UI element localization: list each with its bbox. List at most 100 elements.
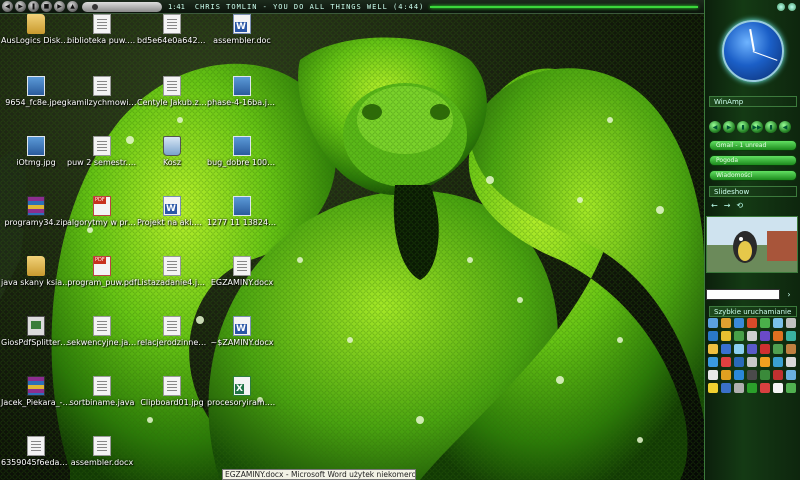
quick-launch-icon[interactable] <box>747 318 757 328</box>
desktop-icon[interactable]: puw 2 semestr.txt <box>66 136 138 168</box>
slideshow-photo[interactable] <box>706 216 798 273</box>
quick-launch-icon[interactable] <box>747 331 757 341</box>
desktop-icon[interactable]: AusLogics Disk Defrag <box>0 14 72 46</box>
news-gadget-bar[interactable]: Wiadomości <box>709 170 797 181</box>
desktop-icon[interactable]: GiosPdfSplitterMer... <box>0 316 72 348</box>
desktop-icon[interactable]: 9654_fc8e.jpeg <box>0 76 72 108</box>
desktop-icon[interactable]: sekwencyjne.java <box>66 316 138 348</box>
quick-launch-icon[interactable] <box>747 357 757 367</box>
quick-launch-icon[interactable] <box>773 344 783 354</box>
desktop-icon[interactable]: Centyle Jakub.zone <box>136 76 208 108</box>
quick-launch-icon[interactable] <box>708 357 718 367</box>
quick-launch-icon[interactable] <box>786 331 796 341</box>
quick-launch-icon[interactable] <box>760 357 770 367</box>
gmail-gadget-bar[interactable]: Gmail - 1 unread <box>709 140 797 151</box>
quick-launch-icon[interactable] <box>734 344 744 354</box>
quick-launch-icon[interactable] <box>747 383 757 393</box>
quick-launch-icon[interactable] <box>747 370 757 380</box>
desktop-icon[interactable]: iOtmg.jpg <box>0 136 72 168</box>
desktop-icon[interactable]: Jacek_Piekara_-_w... <box>0 376 72 408</box>
img-icon <box>27 136 45 156</box>
quick-launch-icon[interactable] <box>708 331 718 341</box>
quick-launch-icon[interactable] <box>708 318 718 328</box>
desktop-icon[interactable]: java skany ksiazek <box>0 256 72 288</box>
quick-launch-icon[interactable] <box>760 383 770 393</box>
quick-launch-icon[interactable] <box>773 357 783 367</box>
quick-launch-icon[interactable] <box>773 370 783 380</box>
quick-launch-icon[interactable] <box>734 370 744 380</box>
desktop-icon[interactable]: program_puw.pdf <box>66 256 138 288</box>
winamp-button[interactable]: ▶ <box>723 121 735 133</box>
desktop-icon[interactable]: algorytmy w przykładach Delphi... <box>66 196 138 228</box>
quick-launch-icon[interactable] <box>721 357 731 367</box>
quick-launch-icon[interactable] <box>708 344 718 354</box>
desktop-icon[interactable]: Kosz <box>136 136 208 168</box>
desktop-icon[interactable]: Listazadanie4.java <box>136 256 208 288</box>
quick-launch-icon[interactable] <box>760 370 770 380</box>
desktop-icon-label: 1277 11 1382424... <box>207 218 278 227</box>
quick-launch-icon[interactable] <box>773 383 783 393</box>
quick-launch-icon[interactable] <box>734 318 744 328</box>
quick-launch-icon[interactable] <box>708 383 718 393</box>
winamp-button[interactable]: ▮ <box>737 121 749 133</box>
desktop-icon[interactable]: biblioteka puw.txt <box>66 14 138 46</box>
winamp-button[interactable]: ◀ <box>709 121 721 133</box>
prev-icon[interactable]: ◀ <box>2 1 13 12</box>
winamp-button[interactable]: ▶▶ <box>751 121 763 133</box>
desktop-icon[interactable]: Clipboard01.jpg <box>136 376 208 408</box>
quick-launch-icon[interactable] <box>734 331 744 341</box>
quick-launch-icon[interactable] <box>721 318 731 328</box>
quick-launch-icon[interactable] <box>786 318 796 328</box>
slide-rotate-icon[interactable]: ⟲ <box>736 201 743 210</box>
quick-launch-icon[interactable] <box>786 344 796 354</box>
sidebar-search-button[interactable]: › <box>783 289 795 300</box>
weather-gadget-bar[interactable]: Pogoda <box>709 155 797 166</box>
quick-launch-icon[interactable] <box>747 344 757 354</box>
quick-launch-icon[interactable] <box>734 383 744 393</box>
desktop-icon[interactable]: Projekt na aki.doc <box>136 196 208 228</box>
seek-slider[interactable] <box>82 1 162 12</box>
desktop-icon[interactable]: kamilzychmowi.txt <box>66 76 138 108</box>
winamp-button[interactable]: ◀ <box>779 121 791 133</box>
sidebar-add-icon[interactable] <box>777 3 785 11</box>
desktop-icon[interactable]: bug_dobre 100%.jpg <box>206 136 278 168</box>
quick-launch-icon[interactable] <box>721 370 731 380</box>
desktop-icon[interactable]: assembler.doc <box>206 14 278 46</box>
desktop-icon[interactable]: bd5e64e0a642b6a9.... <box>136 14 208 46</box>
pdf-icon <box>93 256 111 276</box>
quick-launch-icon[interactable] <box>760 331 770 341</box>
quick-launch-icon[interactable] <box>773 331 783 341</box>
desktop-icon[interactable]: assembler.docx <box>66 436 138 468</box>
eject-icon[interactable]: ▲ <box>67 1 78 12</box>
quick-launch-icon[interactable] <box>786 370 796 380</box>
slide-prev-icon[interactable]: ← <box>711 201 718 210</box>
quick-launch-icon[interactable] <box>760 344 770 354</box>
desktop-icon[interactable]: relacjerodzinne.java <box>136 316 208 348</box>
desktop-icon[interactable]: procesoryiram.xlsx <box>206 376 278 408</box>
play-icon[interactable]: ▶ <box>15 1 26 12</box>
quick-launch-icon[interactable] <box>786 383 796 393</box>
quick-launch-icon[interactable] <box>721 344 731 354</box>
quick-launch-icon[interactable] <box>786 357 796 367</box>
clock-gadget[interactable] <box>722 20 784 82</box>
desktop-icon[interactable]: 6359045f6eda5805... <box>0 436 72 468</box>
desktop-icon[interactable]: phase-4-16ba.jpg <box>206 76 278 108</box>
winamp-button[interactable]: ▮ <box>765 121 777 133</box>
sidebar-search-input[interactable] <box>706 289 780 300</box>
pause-icon[interactable]: ❚ <box>28 1 39 12</box>
quick-launch-icon[interactable] <box>734 357 744 367</box>
sidebar-close-icon[interactable] <box>788 3 796 11</box>
quick-launch-icon[interactable] <box>760 318 770 328</box>
desktop-icon[interactable]: 1277 11 1382424... <box>206 196 278 228</box>
slide-next-icon[interactable]: → <box>724 201 731 210</box>
quick-launch-icon[interactable] <box>708 370 718 380</box>
next-icon[interactable]: ▶ <box>54 1 65 12</box>
desktop-icon[interactable]: ~$ZAMINY.docx <box>206 316 278 348</box>
desktop-icon[interactable]: programy34.zip <box>0 196 72 228</box>
stop-icon[interactable]: ■ <box>41 1 52 12</box>
quick-launch-icon[interactable] <box>773 318 783 328</box>
quick-launch-icon[interactable] <box>721 331 731 341</box>
desktop-icon[interactable]: EGZAMINY.docx <box>206 256 278 288</box>
quick-launch-icon[interactable] <box>721 383 731 393</box>
desktop-icon[interactable]: sortbiname.java <box>66 376 138 408</box>
